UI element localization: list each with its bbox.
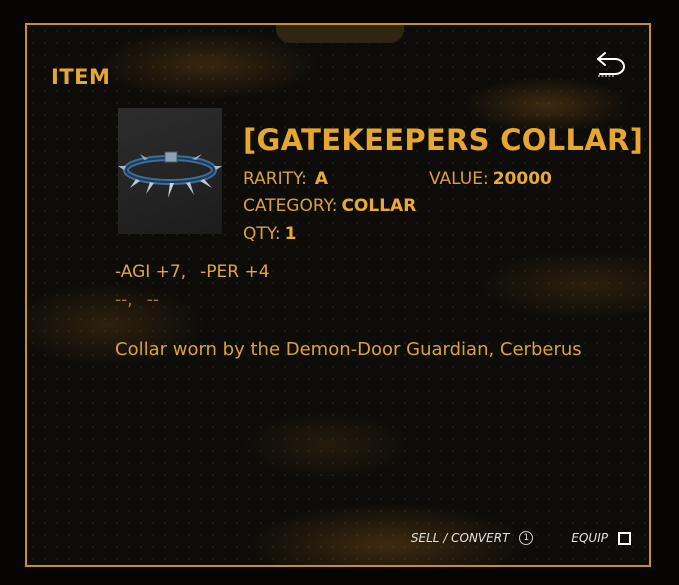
qty-stat: QTY: 1	[243, 224, 296, 244]
equip-button[interactable]: EQUIP	[571, 531, 631, 545]
item-name: [GATEKEEPERS COLLAR]	[243, 123, 644, 157]
value-stat: VALUE: 20000	[429, 169, 552, 189]
item-empty-bonuses: --, --	[115, 290, 173, 310]
checkbox-icon[interactable]	[618, 531, 631, 545]
value-label: VALUE:	[429, 169, 489, 189]
empty-bonus-2: --	[146, 290, 159, 310]
bonus-agi: -AGI +7,	[115, 262, 187, 282]
sell-convert-button[interactable]: SELL / CONVERT 1	[411, 531, 534, 545]
item-description: Collar worn by the Demon-Door Guardian, …	[115, 339, 582, 360]
equip-label: EQUIP	[571, 531, 608, 545]
qty-label: QTY:	[243, 224, 281, 244]
panel-top-tab	[276, 25, 404, 43]
sell-convert-label: SELL / CONVERT	[410, 531, 510, 545]
section-title: ITEM	[51, 65, 111, 89]
category-label: CATEGORY:	[243, 196, 338, 216]
value-value: 20000	[492, 169, 552, 189]
rarity-label: RARITY:	[243, 169, 307, 189]
spiked-collar-icon	[118, 151, 222, 198]
action-bar: SELL / CONVERT 1 EQUIP	[411, 527, 631, 549]
category-stat: CATEGORY: COLLAR	[243, 196, 416, 216]
back-button[interactable]	[595, 49, 629, 77]
item-image	[118, 108, 222, 234]
item-panel: ITEM [GATEKEEPERS COLLAR] RARITY: A VALUE	[25, 23, 651, 567]
bonus-per: -PER +4	[200, 262, 270, 282]
rarity-stat: RARITY: A	[243, 169, 328, 189]
category-value: COLLAR	[341, 196, 417, 216]
item-bonuses: -AGI +7, -PER +4	[115, 262, 284, 282]
undo-arrow-icon	[597, 52, 625, 77]
empty-bonus-1: --,	[115, 290, 133, 310]
qty-value: 1	[284, 224, 297, 244]
rarity-value: A	[314, 169, 328, 189]
key-hint-icon: 1	[519, 531, 534, 545]
